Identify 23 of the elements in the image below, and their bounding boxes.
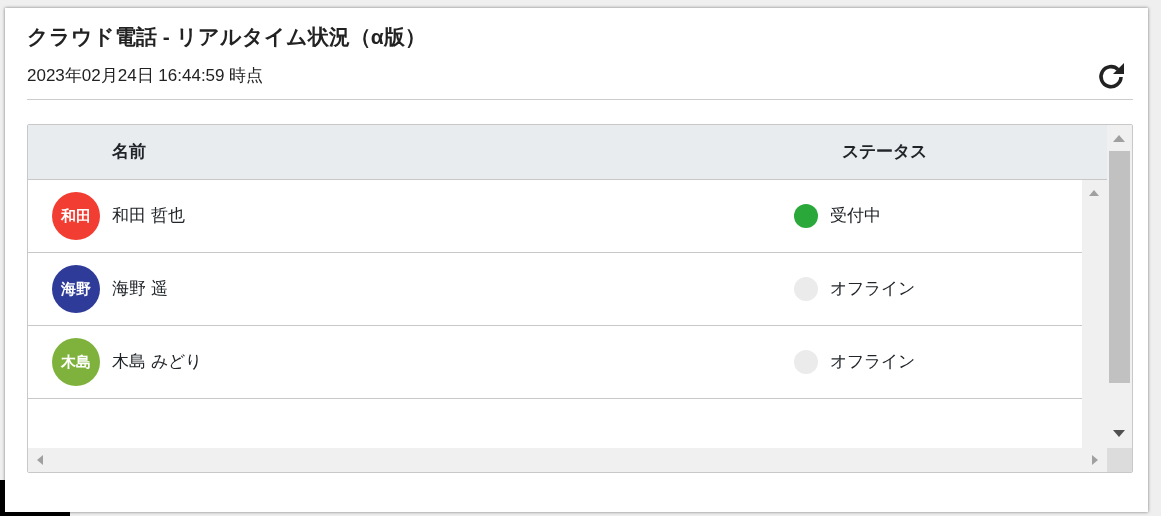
avatar: 和田 — [52, 192, 100, 240]
scroll-left-icon[interactable] — [37, 455, 43, 465]
scrollbar[interactable] — [1082, 180, 1107, 448]
status-label: オフライン — [830, 278, 915, 301]
member-name: 海野 遥 — [112, 278, 168, 301]
scrollbar[interactable] — [28, 448, 1107, 472]
scroll-right-icon[interactable] — [1092, 455, 1098, 465]
avatar: 海野 — [52, 265, 100, 313]
member-name: 木島 みどり — [112, 351, 202, 374]
avatar: 木島 — [52, 338, 100, 386]
member-name: 和田 哲也 — [112, 205, 185, 228]
scroll-thumb[interactable] — [1109, 151, 1130, 383]
timestamp: 2023年02月24日 16:44:59 時点 — [27, 64, 264, 87]
dialog-title: クラウド電話 - リアルタイム状況（α版） — [27, 24, 427, 50]
scrollbar-corner — [1107, 448, 1132, 472]
status-label: 受付中 — [830, 205, 881, 228]
scroll-up-icon[interactable] — [1089, 190, 1099, 196]
scroll-up-icon[interactable] — [1113, 135, 1125, 142]
scrollbar[interactable] — [1107, 125, 1132, 448]
status-label: オフライン — [830, 351, 915, 374]
column-header: 名前 — [112, 141, 147, 164]
scroll-down-icon[interactable] — [1113, 430, 1125, 437]
column-header: ステータス — [842, 141, 927, 164]
